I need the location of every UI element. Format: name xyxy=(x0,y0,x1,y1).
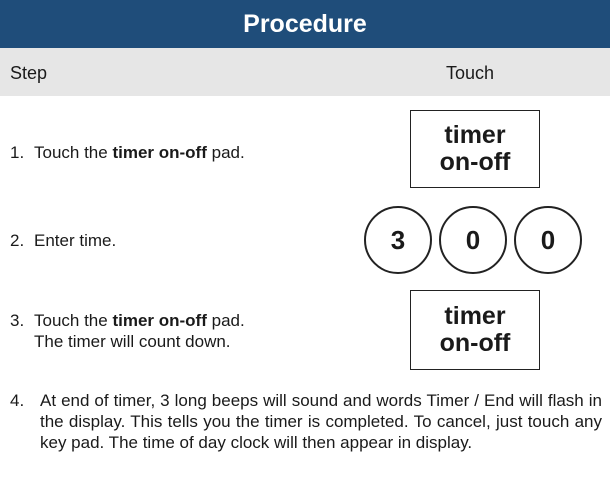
pad-label-line1: timer xyxy=(444,121,506,149)
step-column-header: Step xyxy=(10,63,48,83)
step-2-text: 2. Enter time. xyxy=(10,230,116,251)
step-3-prefix: Touch the xyxy=(34,311,113,330)
pad-label-line2: on-off xyxy=(439,329,511,357)
step-3-line2: The timer will count down. xyxy=(34,332,231,351)
step-4-text: 4. At end of timer, 3 long beeps will so… xyxy=(10,390,602,453)
procedure-header: Procedure xyxy=(0,0,610,48)
header-title: Procedure xyxy=(243,9,367,38)
digit-label: 3 xyxy=(390,224,406,255)
step-4-body: At end of timer, 3 long beeps will sound… xyxy=(40,391,602,452)
step-number: 1. xyxy=(10,143,25,162)
timer-on-off-pad: timer on-off xyxy=(410,290,540,370)
digit-pad-3: 3 xyxy=(364,206,432,274)
timer-on-off-pad: timer on-off xyxy=(410,110,540,188)
touch-column-header: Touch xyxy=(446,63,495,83)
step-3-key-name: timer on-off xyxy=(112,311,207,330)
step-1-key-name: timer on-off xyxy=(112,143,207,162)
step-number: 2. xyxy=(10,231,25,250)
step-3-text: 3. Touch the timer on-off pad. The timer … xyxy=(10,310,245,352)
step-1-text: 1. Touch the timer on-off pad. xyxy=(10,142,245,163)
digit-label: 0 xyxy=(465,224,481,255)
column-header-row: Step Touch xyxy=(0,48,610,96)
step-2-body: Enter time. xyxy=(34,231,117,250)
step-3-suffix: pad. xyxy=(206,311,245,330)
digit-label: 0 xyxy=(540,224,556,255)
pad-label-line1: timer xyxy=(444,302,506,330)
step-number: 4. xyxy=(10,391,25,410)
step-number: 3. xyxy=(10,311,25,330)
digit-pad-0: 0 xyxy=(439,206,507,274)
digit-pad-0: 0 xyxy=(514,206,582,274)
step-1-prefix: Touch the xyxy=(34,143,113,162)
pad-label-line2: on-off xyxy=(439,148,511,176)
step-1-suffix: pad. xyxy=(206,143,245,162)
